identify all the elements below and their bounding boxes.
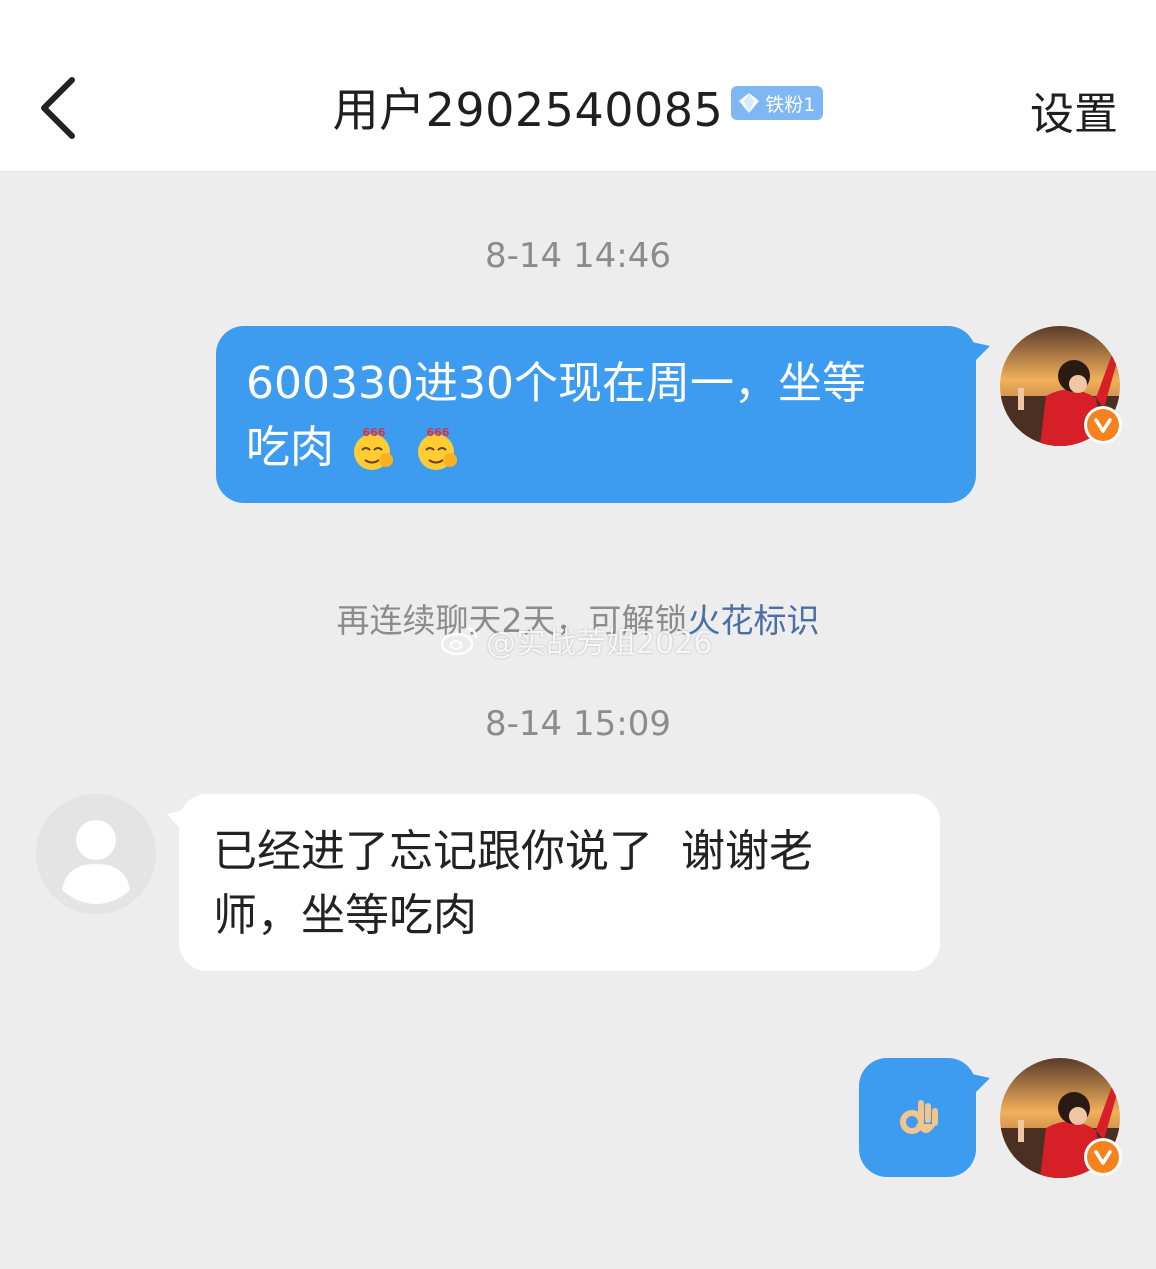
fan-badge: 铁粉1 — [731, 86, 824, 120]
message-text-line: 已经进了忘记跟你说了 谢谢老 — [213, 826, 813, 877]
received-message-bubble[interactable]: 已经进了忘记跟你说了 谢谢老 师，坐等吃肉 — [167, 794, 940, 971]
bubble-tail — [972, 1074, 990, 1096]
timestamp: 8-14 14:46 — [485, 236, 671, 276]
settings-button[interactable]: 设置 — [1030, 78, 1118, 142]
666-emoji: 666 — [350, 424, 398, 490]
message-text-line-2: 吃肉 666 666 — [246, 416, 946, 490]
spark-notice-text: 再连续聊天2天，可解锁 — [336, 601, 688, 640]
verified-v-icon — [1087, 409, 1119, 441]
sent-message-bubble[interactable]: 600330进30个现在周一，坐等 吃肉 666 666 — [216, 326, 990, 503]
chat-header: 用户2902540085 铁粉1 设置 — [0, 0, 1156, 172]
sent-emoji-bubble[interactable] — [859, 1058, 990, 1177]
ok-hand-emoji — [899, 1099, 938, 1134]
chat-title: 用户2902540085 — [332, 83, 724, 137]
sender-avatar[interactable] — [1000, 1058, 1122, 1178]
message-text-line: 600330进30个现在周一，坐等 — [246, 358, 866, 409]
message-text-line-2: 师，坐等吃肉 — [213, 890, 477, 941]
spark-notice: 再连续聊天2天，可解锁火花标识 — [0, 594, 1156, 642]
666-emoji: 666 — [414, 424, 462, 490]
fan-badge-label: 铁粉1 — [765, 93, 816, 116]
verified-badge — [1084, 1138, 1122, 1176]
verified-badge — [1084, 406, 1122, 444]
bubble-tail — [167, 810, 183, 832]
svg-text:666: 666 — [427, 426, 450, 439]
spark-notice-link[interactable]: 火花标识 — [688, 601, 820, 640]
receiver-avatar[interactable] — [36, 794, 156, 914]
timestamp: 8-14 15:09 — [485, 704, 671, 744]
verified-v-icon — [1087, 1141, 1119, 1173]
default-user-icon — [36, 794, 156, 914]
diamond-icon — [739, 93, 760, 113]
bubble-tail — [972, 342, 990, 364]
svg-text:666: 666 — [363, 426, 386, 439]
sender-avatar[interactable] — [1000, 326, 1122, 446]
